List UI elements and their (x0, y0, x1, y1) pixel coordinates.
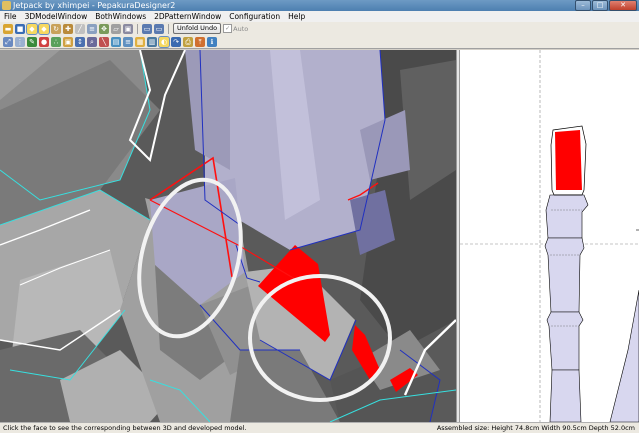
auto-checkbox-box[interactable]: ✓ (223, 24, 233, 33)
export-icon[interactable]: ⤒ (195, 36, 205, 47)
close-button[interactable]: ✕ (609, 0, 637, 11)
pan-icon[interactable]: ✚ (63, 23, 73, 34)
texture-icon[interactable]: ∴ (51, 36, 61, 47)
2d-pattern-canvas[interactable] (460, 50, 639, 422)
fit-view-icon[interactable]: ⤢ (3, 36, 13, 47)
highlighted-pattern-face[interactable] (555, 130, 582, 190)
open-icon[interactable]: ▬ (3, 23, 13, 34)
status-bar: Click the face to see the corresponding … (0, 422, 639, 433)
menu-configuration[interactable]: Configuration (225, 11, 284, 22)
3d-model-canvas[interactable] (0, 50, 456, 422)
title-bar: Jetpack by xhimpei - PepakuraDesigner2 –… (0, 0, 639, 11)
status-hint: Click the face to see the corresponding … (3, 424, 247, 432)
edit-edge-icon[interactable]: ╱ (75, 23, 85, 34)
rotate-icon[interactable]: ↻ (51, 23, 61, 34)
zoom-icon[interactable]: ⌕ (87, 36, 97, 47)
3d-model-view[interactable] (0, 50, 456, 422)
flap-icon[interactable]: ▱ (111, 23, 121, 34)
pattern-part[interactable] (544, 237, 585, 313)
assembled-size: Assembled size: Height 74.8cm Width 90.5… (436, 424, 635, 432)
arrange-icon[interactable]: ▥ (147, 36, 157, 47)
toolbar-separator (168, 23, 169, 34)
menu-3d-model-window[interactable]: 3DModelWindow (21, 11, 92, 22)
menu-bar: File 3DModelWindow BothWindows 2DPattern… (0, 11, 639, 22)
paint-icon[interactable]: ✎ (27, 36, 37, 47)
app-icon (2, 1, 11, 10)
flip-icon[interactable]: ◐ (158, 35, 170, 48)
menu-2d-pattern-window[interactable]: 2DPatternWindow (150, 11, 225, 22)
line-icon[interactable]: ╲ (99, 36, 109, 47)
print-icon[interactable]: ⎙ (183, 36, 193, 47)
part-icon[interactable]: ▦ (135, 36, 145, 47)
unfold-undo-button[interactable]: Unfold Undo (173, 23, 222, 34)
scale-icon[interactable]: ↕ (75, 36, 85, 47)
menu-both-windows[interactable]: BothWindows (91, 11, 150, 22)
pattern-icon[interactable]: ≡ (123, 36, 133, 47)
toolbar-separator (137, 23, 138, 34)
minimize-button[interactable]: – (575, 0, 591, 11)
info-icon[interactable]: ℹ (207, 36, 217, 47)
window-controls: – □ ✕ (575, 0, 637, 11)
grid-icon[interactable]: ⋮ (15, 36, 25, 47)
move-icon[interactable]: ✥ (99, 23, 109, 34)
toolbar-secondary: ⤢ ⋮ ✎ ● ∴ ▣ ↕ ⌕ ╲ ▤ ≡ ▦ ▥ ◐ ↷ ⎙ ⤒ ℹ (0, 35, 639, 49)
pattern-part[interactable] (549, 369, 582, 422)
pattern-part[interactable] (546, 311, 584, 371)
select-face-icon[interactable]: ◆ (26, 22, 38, 35)
pattern-part[interactable] (545, 194, 589, 239)
auto-checkbox-label: Auto (233, 24, 249, 33)
redo-icon[interactable]: ↷ (171, 36, 181, 47)
2d-pattern-view[interactable] (460, 50, 639, 422)
color-icon[interactable]: ● (39, 36, 49, 47)
menu-file[interactable]: File (0, 11, 21, 22)
save-icon[interactable]: ■ (15, 23, 25, 34)
layout-icon[interactable]: ▤ (111, 36, 121, 47)
window-title: Jetpack by xhimpei - PepakuraDesigner2 (13, 1, 176, 10)
auto-checkbox[interactable]: ✓ Auto (223, 24, 248, 33)
unfold-icon[interactable]: ▣ (123, 23, 133, 34)
window-3d-icon[interactable]: ▭ (142, 23, 152, 34)
select-edge-icon[interactable]: ◆ (38, 22, 50, 35)
image-icon[interactable]: ▣ (63, 36, 73, 47)
window-2d-icon[interactable]: ▭ (154, 23, 164, 34)
join-edge-icon[interactable]: ≡ (87, 23, 97, 34)
menu-help[interactable]: Help (284, 11, 309, 22)
maximize-button[interactable]: □ (592, 0, 608, 11)
toolbar-main: ▬ ■ ◆ ◆ ↻ ✚ ╱ ≡ ✥ ▱ ▣ ▭ ▭ Unfold Undo ✓ Auto (0, 22, 639, 35)
